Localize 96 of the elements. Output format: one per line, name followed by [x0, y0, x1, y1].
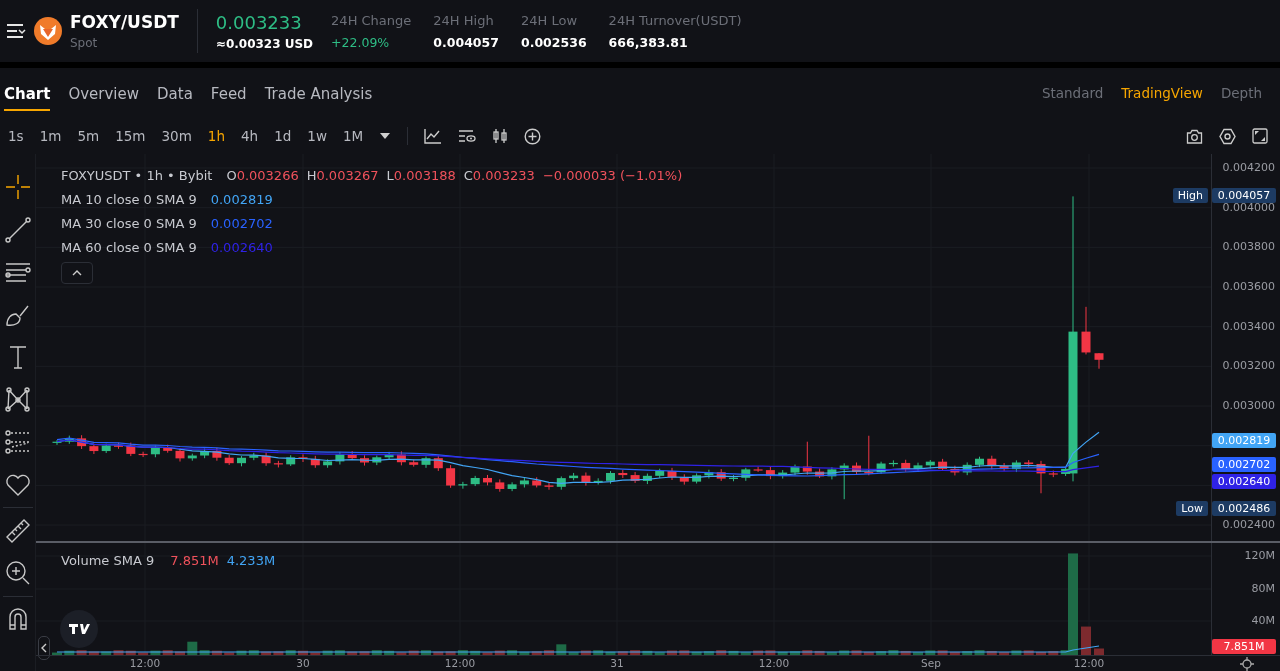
fox-logo-icon: [34, 17, 62, 45]
ohlc-value: 0.003266: [236, 168, 299, 183]
market-type: Spot: [70, 36, 99, 50]
price-tag: 0.002640: [1212, 474, 1276, 489]
chevron-left-icon: [41, 642, 47, 653]
price-change: −0.000033 (−1.01%): [542, 168, 683, 183]
volume-label: Volume SMA 9: [61, 552, 155, 568]
symbol-label: FOXYUSDT • 1h • Bybit: [61, 168, 213, 183]
timeframe-button[interactable]: 4h: [240, 128, 259, 144]
ma-value: 0.002819: [210, 192, 273, 207]
volume-value: 7.851M: [170, 552, 219, 568]
view-tab[interactable]: TradingView: [1121, 85, 1203, 101]
volume-tick: 80M: [1251, 581, 1275, 595]
volume-tag: 7.851M: [1212, 638, 1276, 654]
price-tick: 0.003400: [1222, 319, 1275, 333]
collapse-legend-button[interactable]: [61, 262, 93, 284]
ohlc-key: O: [226, 168, 237, 183]
trend-line-tool-icon[interactable]: [3, 215, 32, 244]
settings-icon[interactable]: [1240, 656, 1254, 671]
chevron-up-icon: [72, 270, 82, 276]
stat-value: +22.09%: [331, 34, 391, 50]
crosshair-tool-icon[interactable]: [3, 173, 32, 201]
candlestick-icon[interactable]: [492, 128, 509, 144]
stat-value: 0.004057: [433, 34, 499, 50]
price-tag-label: High: [1172, 188, 1208, 203]
nav-tab[interactable]: Chart: [4, 75, 51, 111]
price-tick: 0.004200: [1222, 161, 1275, 174]
view-tab[interactable]: Depth: [1220, 85, 1262, 101]
ohlc-key: H: [306, 168, 317, 183]
timeframe-button[interactable]: 1w: [307, 128, 327, 144]
time-tick: 31: [610, 656, 624, 669]
zoom-tool-icon[interactable]: [3, 559, 32, 587]
pattern-tool-icon[interactable]: [3, 385, 32, 414]
price-tick: 0.003200: [1222, 359, 1275, 373]
settings-icon[interactable]: [1219, 127, 1236, 145]
nav-tab[interactable]: Trade Analysis: [264, 75, 373, 111]
camera-icon[interactable]: [1186, 128, 1203, 144]
stat-value: 666,383.81: [608, 34, 689, 50]
volume-value: 4.233M: [226, 552, 276, 568]
time-tick: 12:00: [758, 656, 790, 669]
timeframe-button[interactable]: 15m: [115, 128, 146, 144]
timeframe-button[interactable]: 1s: [8, 128, 24, 144]
fullscreen-icon[interactable]: [1252, 128, 1268, 144]
dropdown-caret-icon[interactable]: [379, 132, 392, 140]
ma-label: MA 30 close 0 SMA 9: [61, 216, 197, 231]
timeframe-button[interactable]: 1h: [207, 128, 225, 144]
price-tick: 0.004000: [1222, 200, 1275, 214]
stat-label: 24H Turnover(USDT): [608, 12, 742, 28]
ma-label: MA 60 close 0 SMA 9: [61, 240, 197, 255]
stat-value: 0.002536: [520, 34, 587, 50]
price-tag: 0.004057: [1212, 188, 1276, 203]
stat-label: 24H Low: [520, 12, 579, 28]
nav-tab[interactable]: Data: [157, 75, 193, 111]
ohlc-value: 0.003188: [393, 168, 456, 183]
time-tick: 12:00: [1073, 656, 1105, 669]
ma-value: 0.002640: [210, 240, 273, 255]
time-tick: 30: [296, 656, 310, 669]
add-circle-icon[interactable]: [524, 127, 542, 145]
price-tag: 0.002819: [1212, 433, 1276, 448]
usd-price: ≈0.00323 USD: [215, 36, 314, 51]
stat-label: 24H High: [433, 12, 495, 28]
price-tag: 0.002702: [1212, 457, 1276, 472]
timeframe-button[interactable]: 30m: [161, 128, 192, 144]
price-tick: 0.002400: [1222, 518, 1275, 531]
indicator-chart-icon[interactable]: [424, 128, 443, 144]
time-tick: Sep: [921, 656, 941, 669]
tradingview-logo-icon[interactable]: [60, 609, 98, 648]
ohlc-value: 0.003267: [316, 168, 379, 183]
ohlc-value: 0.003233: [472, 168, 535, 183]
eye-list-icon[interactable]: [458, 129, 477, 143]
ma-label: MA 10 close 0 SMA 9: [61, 192, 197, 207]
price-tag: 0.002486: [1212, 501, 1276, 516]
timeframe-button[interactable]: 1M: [342, 128, 364, 144]
price-tag-label: Low: [1176, 501, 1208, 516]
fib-tool-icon[interactable]: [3, 428, 32, 456]
price-tick: 0.003800: [1222, 240, 1275, 254]
ma-value: 0.002702: [210, 216, 273, 231]
nav-tab[interactable]: Feed: [210, 75, 247, 111]
price-tick: 0.003600: [1222, 280, 1275, 293]
pair-name: FOXY/USDT: [70, 12, 179, 32]
view-tab[interactable]: Standard: [1041, 85, 1104, 101]
volume-tick: 120M: [1244, 548, 1275, 562]
time-tick: 12:00: [444, 656, 476, 669]
timeframe-button[interactable]: 5m: [77, 128, 100, 144]
stat-label: 24H Change: [331, 12, 412, 28]
collapse-toolbar-button[interactable]: [38, 635, 50, 660]
time-tick: 12:00: [129, 656, 161, 669]
ohlc-key: L: [386, 168, 394, 183]
menu-icon[interactable]: [6, 23, 26, 39]
nav-tab[interactable]: Overview: [68, 75, 139, 111]
last-price: 0.003233: [215, 11, 303, 33]
timeframe-button[interactable]: 1d: [274, 128, 292, 144]
timeframe-button[interactable]: 1m: [39, 128, 62, 144]
ohlc-key: C: [463, 168, 473, 183]
price-tick: 0.003000: [1222, 399, 1275, 412]
volume-tick: 40M: [1251, 613, 1275, 627]
